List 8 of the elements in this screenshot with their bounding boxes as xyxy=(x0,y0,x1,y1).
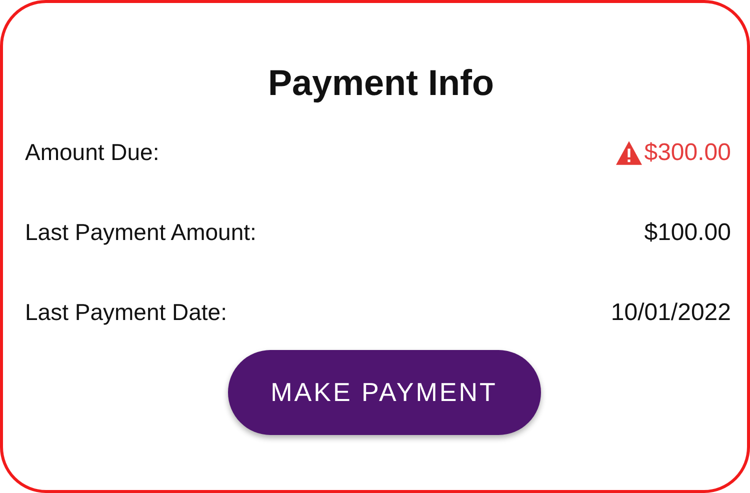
field-value: $100.00 xyxy=(644,218,731,246)
card-title: Payment Info xyxy=(266,61,496,105)
field-label: Amount Due: xyxy=(25,139,160,166)
field-label: Last Payment Date: xyxy=(25,299,227,326)
field-value: 10/01/2022 xyxy=(610,298,731,326)
field-value: $300.00 xyxy=(644,138,731,166)
field-label: Last Payment Amount: xyxy=(25,219,256,246)
make-payment-button[interactable]: MAKE PAYMENT xyxy=(228,350,540,435)
